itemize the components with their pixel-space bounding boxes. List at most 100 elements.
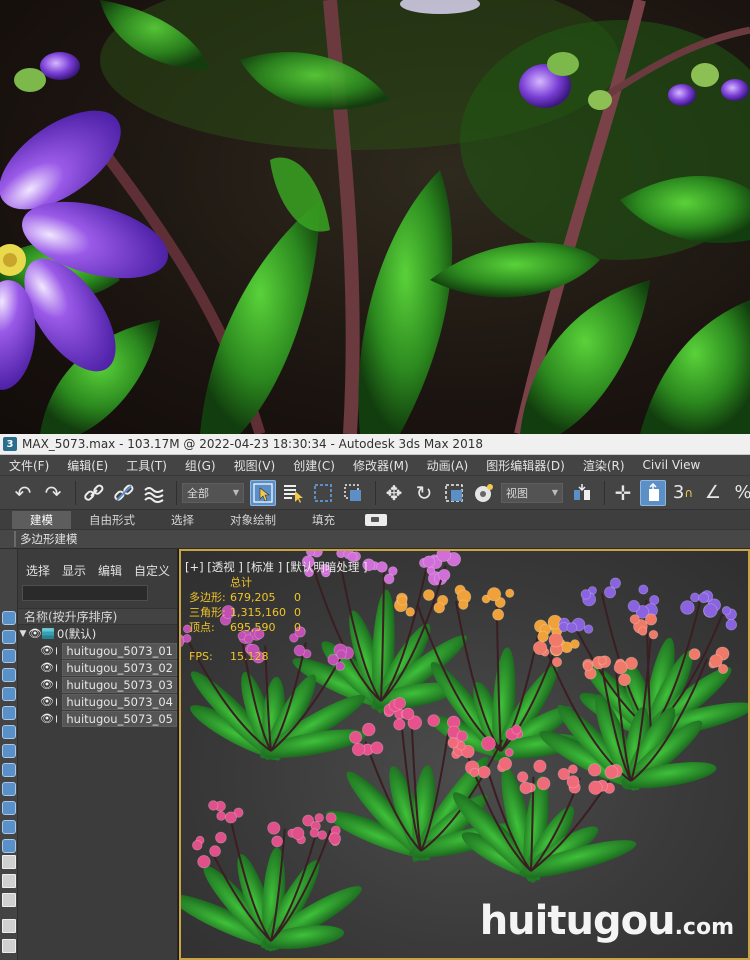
menu-file[interactable]: 文件(F)	[0, 457, 58, 474]
filter-icon[interactable]	[2, 919, 16, 933]
stats-vertices-label: 顶点:	[189, 621, 215, 634]
move-icon[interactable]: ✥	[381, 480, 407, 506]
object-name: huitugou_5073_03	[62, 676, 177, 693]
plant-flower	[224, 811, 237, 824]
select-explorer-icon[interactable]	[2, 611, 16, 625]
menu-views[interactable]: 视图(V)	[225, 457, 285, 474]
filter-options-icon[interactable]	[2, 939, 16, 953]
display-bones-icon[interactable]	[2, 782, 16, 796]
plant-flower	[401, 707, 415, 721]
display-groups-icon[interactable]	[2, 744, 16, 758]
plant-flower	[597, 656, 607, 666]
ribbon-minimize-toggle[interactable]	[365, 513, 387, 526]
explorer-menu-customize[interactable]: 自定义	[128, 562, 176, 579]
menu-graph-editors[interactable]: 图形编辑器(D)	[477, 457, 574, 474]
tab-freeform[interactable]: 自由形式	[71, 511, 153, 529]
rotate-icon[interactable]: ↻	[411, 480, 437, 506]
display-none-icon[interactable]	[2, 874, 16, 888]
reference-coord-dropdown[interactable]: 视图 ▼	[501, 482, 563, 503]
visibility-eye-icon[interactable]: 👁	[40, 644, 54, 657]
display-invert-icon[interactable]	[2, 893, 16, 907]
explorer-search-input[interactable]	[22, 585, 148, 601]
display-all-icon[interactable]	[2, 855, 16, 869]
snap-icon[interactable]: 3 ∩	[670, 480, 696, 506]
plant-flower	[698, 592, 710, 604]
tab-populate[interactable]: 填充	[294, 511, 353, 529]
angle-snap-icon[interactable]: ∠	[700, 480, 726, 506]
scale-icon[interactable]	[441, 480, 467, 506]
plant-flower	[216, 811, 226, 821]
plant-flower	[580, 589, 592, 600]
percent-snap-icon[interactable]: %	[730, 480, 750, 506]
select-object-icon[interactable]	[250, 479, 276, 506]
expand-triangle-icon[interactable]: ▼	[18, 629, 28, 639]
undo-icon[interactable]: ↶	[10, 480, 36, 506]
rect-region-icon[interactable]	[310, 480, 336, 506]
object-type-icon	[55, 680, 58, 689]
tab-modeling[interactable]: 建模	[12, 510, 71, 529]
select-manipulate-icon[interactable]	[471, 480, 497, 506]
plant-flower	[505, 588, 515, 598]
display-helpers-icon[interactable]	[2, 706, 16, 720]
display-hidden-icon[interactable]	[2, 839, 16, 853]
tab-selection[interactable]: 选择	[153, 511, 212, 529]
display-xrefs-icon[interactable]	[2, 763, 16, 777]
menu-animation[interactable]: 动画(A)	[418, 457, 478, 474]
explorer-menu-display[interactable]: 显示	[56, 562, 92, 579]
display-containers-icon[interactable]	[2, 801, 16, 815]
plant-flower	[325, 812, 337, 824]
object-row[interactable]: 👁 huitugou_5073_01	[18, 642, 177, 659]
align-icon[interactable]: ✛	[610, 480, 636, 506]
select-by-name-icon[interactable]	[280, 480, 306, 506]
scene-explorer-menu: 选择 显示 编辑 自定义	[18, 559, 177, 581]
menu-edit[interactable]: 编辑(E)	[58, 457, 117, 474]
plant-flower	[504, 748, 514, 757]
object-row[interactable]: 👁 huitugou_5073_05	[18, 710, 177, 727]
plant-flower	[703, 603, 718, 618]
redo-icon[interactable]: ↷	[40, 480, 66, 506]
tab-object-paint[interactable]: 对象绘制	[212, 511, 294, 529]
bind-spacewarp-icon[interactable]	[141, 480, 167, 506]
perspective-viewport[interactable]: [+] [透视 ] [标准 ] [默认明暗处理 ] 总计 多边形: 679,20…	[179, 549, 750, 960]
layer-icon	[42, 628, 54, 639]
display-frozen-icon[interactable]	[2, 820, 16, 834]
viewport-label-menu[interactable]: [+] [透视 ] [标准 ] [默认明暗处理 ]	[185, 559, 367, 575]
visibility-eye-icon[interactable]: 👁	[40, 695, 54, 708]
window-crossing-icon[interactable]	[340, 480, 366, 506]
selection-filter-dropdown[interactable]: 全部 ▼	[182, 482, 244, 503]
menu-tools[interactable]: 工具(T)	[117, 457, 176, 474]
explorer-menu-select[interactable]: 选择	[20, 562, 56, 579]
menu-create[interactable]: 创建(C)	[284, 457, 344, 474]
window-title-bar: 3 MAX_5073.max - 103.17M @ 2022-04-23 18…	[0, 434, 750, 455]
polygon-modeling-panel-label[interactable]: 多边形建模	[14, 531, 78, 547]
visibility-eye-icon[interactable]: 👁	[40, 712, 54, 725]
object-row[interactable]: 👁 huitugou_5073_03	[18, 676, 177, 693]
3dsmax-app-icon[interactable]: 3	[3, 437, 17, 451]
explorer-menu-edit[interactable]: 编辑	[92, 562, 128, 579]
visibility-eye-icon[interactable]: 👁	[28, 627, 42, 640]
selection-filter-value: 全部	[187, 486, 209, 500]
snap-toggle-icon[interactable]	[640, 479, 666, 506]
display-shapes-icon[interactable]	[2, 649, 16, 663]
plant-flower	[197, 855, 211, 869]
visibility-eye-icon[interactable]: 👁	[40, 678, 54, 691]
plant-flower	[309, 828, 320, 838]
visibility-eye-icon[interactable]: 👁	[40, 661, 54, 674]
object-type-icon	[55, 714, 58, 723]
unlink-icon[interactable]	[111, 480, 137, 506]
pivot-icon[interactable]	[569, 480, 595, 506]
menu-modifiers[interactable]: 修改器(M)	[344, 457, 418, 474]
menu-group[interactable]: 组(G)	[176, 457, 225, 474]
display-geometry-icon[interactable]	[2, 630, 16, 644]
display-spacewarps-icon[interactable]	[2, 725, 16, 739]
object-row[interactable]: 👁 huitugou_5073_02	[18, 659, 177, 676]
display-cameras-icon[interactable]	[2, 687, 16, 701]
menu-rendering[interactable]: 渲染(R)	[574, 457, 634, 474]
explorer-column-header-name[interactable]: 名称(按升序排序)	[18, 608, 177, 625]
stats-vertices-row: 顶点: 695,590 0	[189, 620, 301, 635]
display-lights-icon[interactable]	[2, 668, 16, 682]
menu-civil-view[interactable]: Civil View	[634, 458, 710, 472]
layer-row-default[interactable]: ▼ 👁 0(默认)	[18, 625, 177, 642]
object-row[interactable]: 👁 huitugou_5073_04	[18, 693, 177, 710]
link-icon[interactable]	[81, 480, 107, 506]
